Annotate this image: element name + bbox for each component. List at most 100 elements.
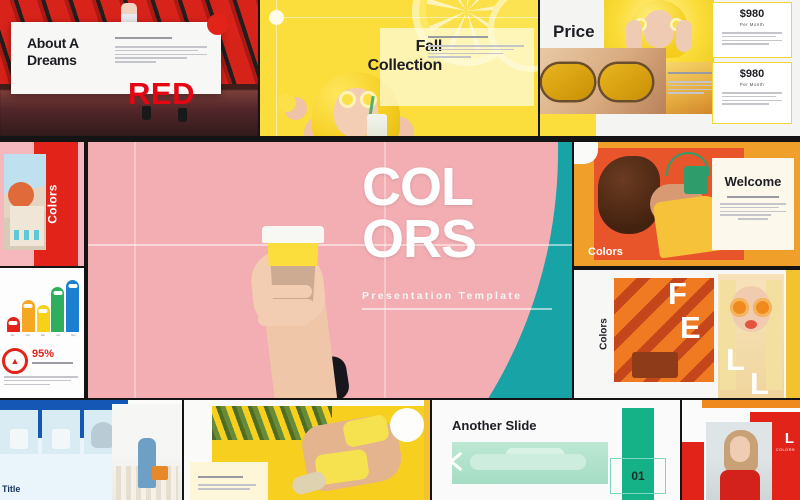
price-card-2[interactable]: $980 Per Month (712, 62, 792, 124)
arrow-glyph: ▲ (10, 355, 20, 366)
guide-line-horizontal (276, 17, 538, 18)
fall-body-text (428, 36, 524, 60)
highlight-percent: 95% (32, 348, 55, 360)
chart-tick-label: Apr (56, 334, 61, 337)
umbrella-shape (8, 182, 34, 208)
smoothie-cup (367, 114, 387, 136)
price-title: Price (553, 22, 595, 41)
travel-photo (4, 154, 46, 250)
yellow-accent-strip (540, 114, 596, 136)
orange-bag (152, 466, 168, 480)
model-face (730, 436, 750, 462)
slide-another[interactable]: Another Slide 01 (432, 400, 680, 500)
wall-grout-vertical-2 (134, 142, 136, 398)
price-card-desc (722, 92, 782, 107)
chart-bar (51, 287, 65, 332)
orange-top-strip (702, 400, 800, 408)
orange-sunglass-right-icon (753, 298, 772, 317)
slide-number-box: 01 (610, 458, 666, 494)
chart-tick-label: Jan (10, 334, 15, 337)
chevron-left-icon[interactable] (448, 450, 464, 476)
price-period: Per Month (739, 22, 765, 27)
finger-3 (258, 313, 310, 326)
slide-blue-gallery[interactable]: Title (0, 400, 182, 500)
chart-bar-label (8, 321, 18, 326)
hero-subtitle: Presentation Template (362, 290, 523, 302)
slide-price[interactable]: Price $980 Per Month $980 Per Month (540, 0, 800, 136)
slide-colors-red[interactable]: Colors (0, 142, 84, 266)
template-preview-collage: About ADreams RED FallCollection (0, 0, 800, 500)
thumb-object (10, 429, 28, 449)
product-image (452, 442, 608, 484)
chart-x-axis-labels: Jan Feb Mar Apr May (6, 334, 80, 337)
red-dress (720, 470, 760, 500)
slide-fell[interactable]: F E L L Colors (574, 270, 800, 398)
fell-letter-2: E (680, 310, 701, 345)
subhead-line (115, 37, 173, 39)
colors-vertical-label: Colors (598, 318, 610, 350)
yellow-rail (424, 400, 430, 500)
welcome-title: Welcome (724, 174, 782, 189)
bar-chart (6, 280, 80, 332)
window-2 (24, 230, 29, 240)
red-dot-accent (207, 14, 228, 35)
yellow-edge-bar (786, 270, 800, 398)
orange-sunglass-left-icon (730, 298, 749, 317)
chart-bar-label (38, 308, 48, 313)
product-handle (470, 454, 586, 470)
chart-tick-label: Feb (25, 334, 31, 337)
chart-bar-label (53, 291, 63, 296)
store-photo (112, 404, 182, 500)
white-dot-accent (269, 10, 284, 25)
cup-lid (262, 226, 324, 243)
slide-yellow-fashion[interactable] (184, 400, 430, 500)
window-3 (34, 230, 39, 240)
slide-statistics[interactable]: Jan Feb Mar Apr May ▲ 95% (0, 268, 84, 398)
another-slide-title: Another Slide (452, 418, 537, 433)
slide-about-a-dreams[interactable]: About A Dreams RED (0, 0, 258, 136)
about-title: About A Dreams (27, 35, 79, 69)
lemon-ball (278, 94, 296, 112)
chart-bar-label (23, 303, 33, 308)
red-block-left (682, 442, 704, 500)
welcome-body-text (720, 196, 786, 220)
slide-fall-collection[interactable]: FallCollection (260, 0, 538, 136)
thumbnail-2 (42, 410, 80, 454)
price-card-1[interactable]: $980 Per Month (712, 2, 792, 58)
hero-title: COL ORS (362, 157, 477, 269)
slide-welcome[interactable]: Welcome Colors (574, 142, 800, 266)
fell-letter-1: F (668, 276, 687, 311)
building-shape (10, 206, 44, 246)
lemon-glasses-left-icon (339, 91, 356, 108)
slide-red-fashion[interactable]: L COLORS (682, 400, 800, 500)
green-handbag (684, 166, 708, 194)
chart-tick-label: May (70, 334, 76, 337)
chart-bar (66, 280, 80, 332)
lips (745, 320, 757, 329)
growth-arrow-icon: ▲ (2, 348, 28, 374)
price-photo-sunglasses (540, 48, 666, 114)
yellow-body-text (198, 476, 256, 492)
cup-yellow-band (267, 240, 319, 266)
thumb-object (52, 429, 70, 449)
chair-shape (632, 352, 678, 378)
about-body-text (115, 37, 207, 65)
model-face (644, 10, 674, 48)
red-overlay-word: RED (128, 76, 195, 111)
blue-slide-title: Title (2, 484, 21, 494)
price-amount: $980 (739, 8, 765, 20)
slide-hero-colors[interactable]: COL ORS Presentation Template (88, 142, 572, 398)
window-1 (14, 230, 19, 240)
colors-label: Colors (588, 246, 623, 258)
shopper-figure (138, 438, 156, 488)
stats-caption (32, 362, 78, 367)
chart-bar (36, 304, 50, 332)
lemon-glasses-right-icon (360, 91, 377, 108)
price-amount: $980 (739, 68, 765, 80)
white-circle-accent (390, 408, 424, 442)
slide-number: 01 (631, 469, 645, 483)
sunglass-lens-right (600, 64, 652, 100)
model-photo (706, 422, 772, 500)
hero-subtitle-rule (362, 308, 552, 310)
chart-bar (6, 317, 20, 332)
